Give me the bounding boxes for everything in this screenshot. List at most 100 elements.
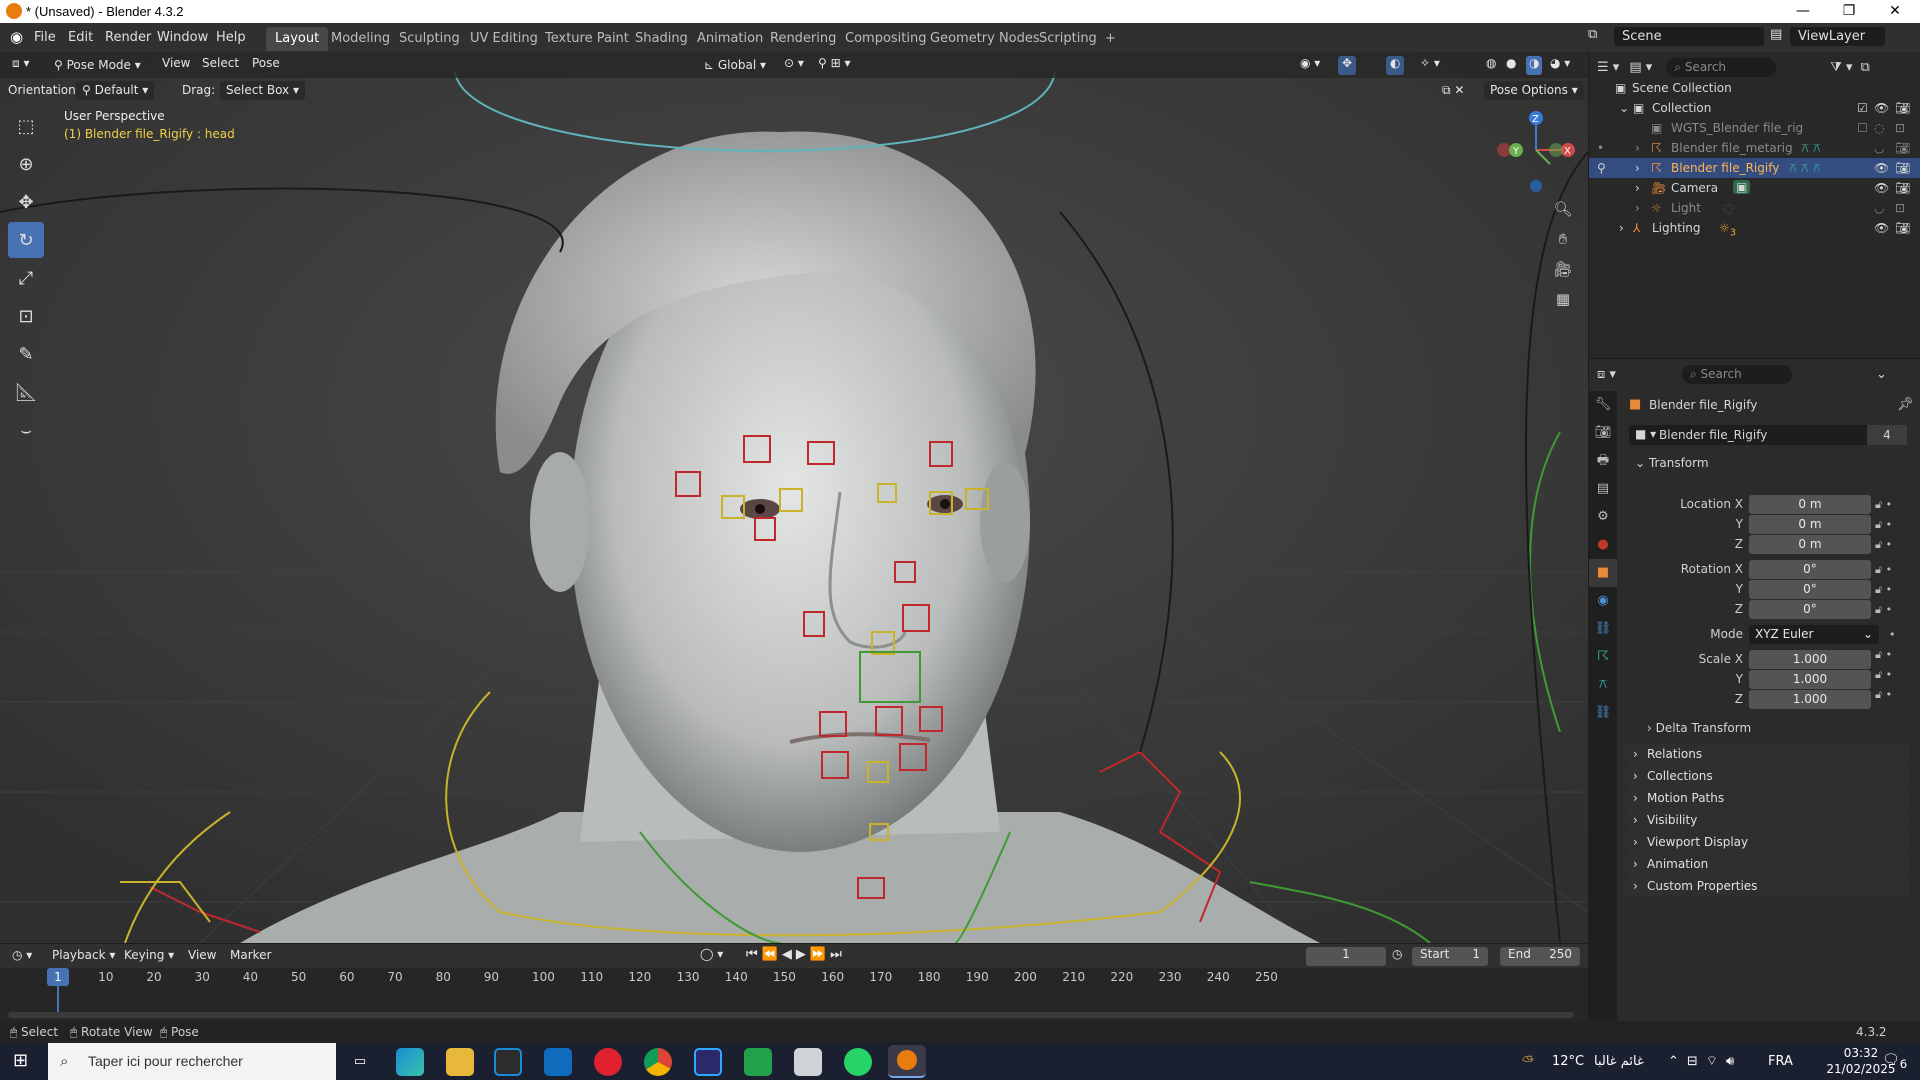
photoshop-icon[interactable] (694, 1048, 722, 1076)
zoom-icon[interactable]: 🔍︎ (1550, 196, 1576, 222)
datablock-type-icon[interactable]: ■ ▾ (1635, 427, 1656, 441)
playhead-marker[interactable]: 1 (47, 968, 69, 986)
notification-icon[interactable]: 🗨︎6 (1882, 1052, 1907, 1071)
checkbox-icon[interactable]: ☐ (1857, 121, 1868, 135)
pin-tool-icon[interactable]: ⧉ ✕ (1442, 83, 1464, 102)
chrome-icon[interactable] (644, 1048, 672, 1076)
outliner-type-icon[interactable]: ☰ ▾ (1597, 60, 1619, 75)
measure-tool-icon[interactable]: 📐︎ (8, 374, 44, 410)
datablock-selector[interactable]: ■ ▾ Blender file_Rigify 4 (1629, 425, 1907, 445)
transform-tool-icon[interactable]: ⊡ (8, 298, 44, 334)
editor-type-icon[interactable]: ⧈ ▾ (12, 56, 29, 75)
scale-x-field[interactable]: 1.000 (1749, 650, 1871, 669)
outliner-row-metarig[interactable]: • › ☈ Blender file_metarig ⚻ ⚻ ◡ 📷︎ (1589, 138, 1920, 158)
bone-constraints-tab-icon[interactable]: ⛓︎ (1589, 699, 1617, 727)
render-camera-icon[interactable]: 📷︎ (1895, 221, 1910, 235)
minimize-button[interactable]: — (1780, 0, 1826, 23)
expand-chevron-icon[interactable]: › (1635, 181, 1640, 195)
menu-file[interactable]: File (34, 30, 56, 45)
input-language[interactable]: FRA (1768, 1054, 1793, 1069)
store-icon[interactable] (494, 1048, 522, 1076)
drag-dropdown[interactable]: Select Box ▾ (220, 81, 305, 100)
checkbox-icon[interactable]: ☑ (1857, 101, 1868, 115)
blender-taskbar-icon[interactable] (888, 1045, 926, 1078)
perspective-toggle-icon[interactable]: ▦ (1550, 286, 1576, 312)
properties-type-icon[interactable]: ⧈ ▾ (1597, 367, 1616, 382)
render-tab-icon[interactable]: 📷︎ (1589, 419, 1617, 447)
eye-closed-icon[interactable]: ◡ (1874, 141, 1884, 155)
cursor-tool-icon[interactable]: ⊕ (8, 146, 44, 182)
shading-solid-icon[interactable]: ● (1506, 56, 1516, 75)
rotate-tool-icon[interactable]: ↻ (8, 222, 44, 258)
lock-icon[interactable]: 🔓︎ • (1875, 515, 1915, 535)
scene-selector[interactable]: Scene (1614, 27, 1764, 46)
lock-icon[interactable]: 🔓︎ • (1875, 600, 1915, 620)
outliner-row-camera[interactable]: › 🎥︎ Camera ▣ 👁︎ 📷︎ (1589, 178, 1920, 198)
view-layer-tab-icon[interactable]: ▤ (1589, 475, 1617, 503)
task-view-icon[interactable]: ▭ (346, 1048, 374, 1076)
close-button[interactable]: ✕ (1872, 0, 1918, 23)
weather-temp[interactable]: 12°C (1552, 1054, 1584, 1069)
location-z-field[interactable]: 0 m (1749, 535, 1871, 554)
rotation-x-field[interactable]: 0° (1749, 560, 1871, 579)
tab-sculpting[interactable]: Sculpting (390, 27, 469, 51)
scale-tool-icon[interactable]: ⤢ (8, 260, 44, 296)
scale-y-field[interactable]: 1.000 (1749, 670, 1871, 689)
tray-icons[interactable]: ⌃⊟⌔🔊︎ (1668, 1053, 1742, 1069)
armature-data-tab-icon[interactable]: ☈ (1589, 643, 1617, 671)
panel-viewport-display[interactable]: › Viewport Display (1625, 831, 1910, 853)
menu-view[interactable]: View (162, 56, 190, 75)
app-window-icon[interactable] (794, 1048, 822, 1076)
snap-icon[interactable]: ⚲ ⊞ ▾ (818, 56, 851, 75)
location-x-field[interactable]: 0 m (1749, 495, 1871, 514)
transform-panel-header[interactable]: ⌄ Transform (1635, 456, 1709, 470)
filter-icon[interactable]: ⧩ ▾ (1830, 60, 1852, 75)
panel-visibility[interactable]: › Visibility (1625, 809, 1910, 831)
render-camera-icon[interactable]: 📷︎ (1895, 181, 1910, 195)
current-frame-field[interactable]: 1 (1306, 947, 1386, 966)
annotate-tool-icon[interactable]: ✎ (8, 336, 44, 372)
expand-chevron-icon[interactable]: › (1635, 201, 1640, 215)
render-camera-icon[interactable]: ⊡ (1895, 121, 1905, 135)
panel-collections[interactable]: › Collections (1625, 765, 1910, 787)
menu-edit[interactable]: Edit (68, 30, 93, 45)
outliner-row-light[interactable]: › ☼ Light ◌ ◡ ⊡ (1589, 198, 1920, 218)
pan-hand-icon[interactable]: ✋︎ (1550, 226, 1576, 252)
expand-chevron-icon[interactable]: › (1619, 221, 1624, 235)
timeline-track-area[interactable]: 10 20 30 40 50 60 70 80 90 100 110 120 130 140 150 160 1… (0, 968, 1588, 1021)
lock-icon[interactable]: 🔓︎ • (1875, 495, 1915, 515)
autokey-record-icon[interactable]: ◯ ▾ (700, 947, 723, 966)
render-camera-icon[interactable]: 📷︎ (1895, 141, 1910, 155)
eye-icon[interactable]: 👁︎ (1874, 221, 1889, 235)
playback-controls-icon[interactable]: ⏮⏪◀▶⏩⏭ (746, 947, 846, 966)
scale-z-field[interactable]: 1.000 (1749, 690, 1871, 709)
eye-icon[interactable]: 👁︎ (1874, 181, 1889, 195)
lock-icon[interactable]: 🔓︎ • (1875, 580, 1915, 600)
bone-relax-tool-icon[interactable]: ⌣ (8, 412, 44, 448)
outliner-row-collection[interactable]: ⌄ ▣ Collection ☑ 👁︎ 📷︎ (1589, 98, 1920, 118)
select-box-tool-icon[interactable]: ⬚ (8, 108, 44, 144)
pin-icon[interactable]: 📌︎ (1897, 397, 1914, 412)
render-camera-icon[interactable]: 📷︎ (1895, 101, 1910, 115)
shading-wireframe-icon[interactable]: ◍ (1486, 56, 1496, 75)
tab-layout[interactable]: Layout (266, 27, 329, 51)
shading-rendered-icon[interactable]: ◕ ▾ (1550, 56, 1570, 75)
overlay-toggle-icon[interactable]: ◐ (1386, 56, 1405, 75)
lock-icon[interactable]: 🔓︎ • (1875, 665, 1915, 685)
menu-window[interactable]: Window (157, 30, 208, 45)
outliner-row-rigify[interactable]: ⚲ › ☈ Blender file_Rigify ⚻ ⚻ ⚻ 👁︎ 📷︎ (1589, 158, 1920, 178)
whatsapp-icon[interactable] (844, 1048, 872, 1076)
windows-start-icon[interactable]: ⊞ (13, 1050, 28, 1071)
outlook-icon[interactable] (544, 1048, 572, 1076)
rotation-z-field[interactable]: 0° (1749, 600, 1871, 619)
tool-tab-icon[interactable]: 🔧︎ (1589, 391, 1617, 419)
output-tab-icon[interactable]: 🖶︎ (1589, 447, 1617, 475)
timeline-scrollbar[interactable] (8, 1012, 1574, 1018)
eye-closed-icon[interactable]: ◡ (1874, 201, 1884, 215)
properties-search-input[interactable]: ⌕ Search (1681, 364, 1792, 384)
world-tab-icon[interactable]: ● (1589, 531, 1617, 559)
menu-select[interactable]: Select (202, 56, 239, 75)
lock-icon[interactable]: 🔓︎ • (1875, 645, 1915, 665)
new-collection-icon[interactable]: ⧉ (1861, 60, 1870, 75)
marker-menu[interactable]: Marker (230, 948, 271, 967)
